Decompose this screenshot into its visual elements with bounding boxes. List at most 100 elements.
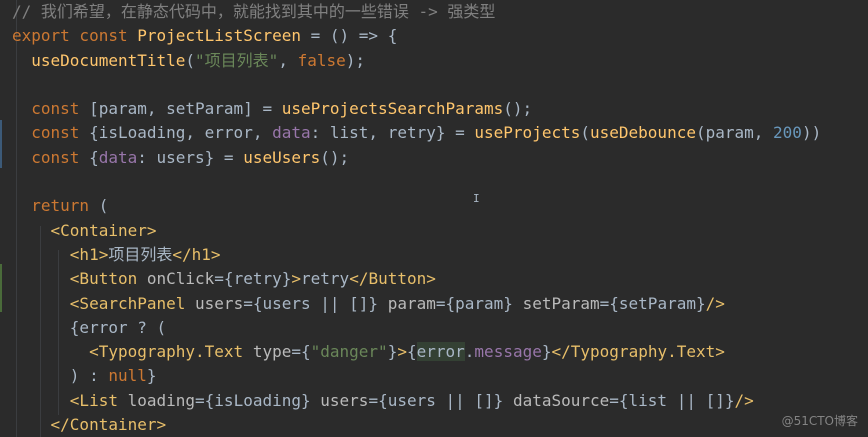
text-cursor-icon: I [473,192,480,205]
code-token: (); [503,99,533,119]
code-token: ={ [214,269,234,289]
code-lines[interactable]: // 我们希望，在静态代码中，就能找到其中的一些错误 -> 强类型 export … [0,0,821,437]
code-line[interactable]: <Container> [0,219,821,243]
code-token: 项目列表 [108,244,173,264]
code-token: data [272,123,311,143]
code-token: <SearchPanel [69,293,196,313]
code-token: false [297,50,346,70]
code-token: null [108,366,147,386]
code-token: > [291,269,302,289]
code-line[interactable]: export const ProjectListScreen = () => { [0,24,821,48]
code-token: loading [127,390,196,410]
code-token: } [541,342,552,362]
code-line[interactable]: return ( [0,194,821,218]
code-token: const [31,147,90,167]
code-token: {isLoading, error, [89,123,273,143]
code-token: return [31,196,99,216]
code-line[interactable]: <Button onClick={retry}>retry</Button> [0,267,821,291]
code-token: </Container> [50,415,167,435]
code-token: retry [233,269,282,289]
code-line[interactable]: <List loading={isLoading} users={users |… [0,389,821,413]
code-token: </h1> [172,244,221,264]
code-token: ={users || []} [368,390,513,410]
code-line[interactable]: // 我们希望，在静态代码中，就能找到其中的一些错误 -> 强类型 [0,0,821,24]
code-token: ) : [12,366,109,386]
code-token: ={list || []} [609,390,735,410]
code-token: . [464,342,475,362]
code-token: error [416,342,465,362]
code-token: dataSource [512,390,610,410]
code-token: ( [98,196,109,216]
code-line[interactable]: <SearchPanel users={users || []} param={… [0,292,821,316]
code-token: ={isLoading} [195,390,321,410]
code-token: ={ [291,342,311,362]
code-line[interactable]: useDocumentTitle("项目列表", false); [0,49,821,73]
code-token: /> [734,390,754,410]
code-line[interactable]: const {data: users} = useUsers(); [0,146,821,170]
code-token: ); [345,50,366,70]
code-editor[interactable]: // 我们希望，在静态代码中，就能找到其中的一些错误 -> 强类型 export … [0,0,868,437]
code-token: export const [12,26,138,46]
code-token: const [31,123,90,143]
code-token: ={setParam} [599,293,706,313]
code-token: , [278,50,298,70]
code-token: users [195,293,244,313]
code-token: useUsers [243,147,321,167]
code-token: {error ? ( [12,317,167,337]
code-token: retry [301,269,350,289]
code-token: <Button [69,269,147,289]
code-token: = () => { [301,26,398,46]
code-token: ( [580,123,590,143]
code-token: const [31,99,90,119]
code-line[interactable]: </Container> [0,413,821,437]
code-line[interactable]: <h1>项目列表</h1> [0,243,821,267]
code-token: { [89,147,99,167]
code-line[interactable]: ) : null} [0,364,821,388]
code-token: )) [801,123,822,143]
code-token: ={users || []} [243,293,388,313]
code-token: <Typography.Text [89,342,253,362]
code-token: : list, retry} = [310,123,475,143]
watermark: @51CTO博客 [781,414,858,428]
code-line[interactable]: const {isLoading, error, data: list, ret… [0,121,821,145]
code-token: useDebounce [590,123,696,143]
code-token: </Typography.Text> [551,342,725,362]
code-token: data [98,147,138,167]
code-token: ={param} [435,293,523,313]
code-line[interactable] [0,170,821,194]
code-token: : users} = [137,147,244,167]
code-token: } [281,269,292,289]
code-token: (); [320,147,350,167]
code-token: message [474,342,542,362]
code-token: onClick [146,269,215,289]
code-token: { [406,342,417,362]
code-token: "项目列表" [195,50,279,70]
code-token: > [397,342,407,362]
code-line[interactable] [0,73,821,97]
code-token: 200 [773,123,802,143]
code-token: ProjectListScreen [137,26,301,46]
code-token: users [320,390,369,410]
code-token: useProjects [474,123,581,143]
code-token: // 我们希望，在静态代码中，就能找到其中的一些错误 -> 强类型 [12,2,496,21]
code-token: </Button> [349,269,436,289]
code-token: <List [69,390,128,410]
code-token: [param, setParam] = [89,99,282,119]
code-line[interactable]: <Typography.Text type={"danger"}>{error.… [0,340,821,364]
code-token: <Container> [50,220,157,240]
code-line[interactable]: {error ? ( [0,316,821,340]
code-token: } [146,366,157,386]
code-token: /> [705,293,725,313]
code-line[interactable]: const [param, setParam] = useProjectsSea… [0,97,821,121]
code-token: (param, [695,123,774,143]
code-token: param [387,293,436,313]
